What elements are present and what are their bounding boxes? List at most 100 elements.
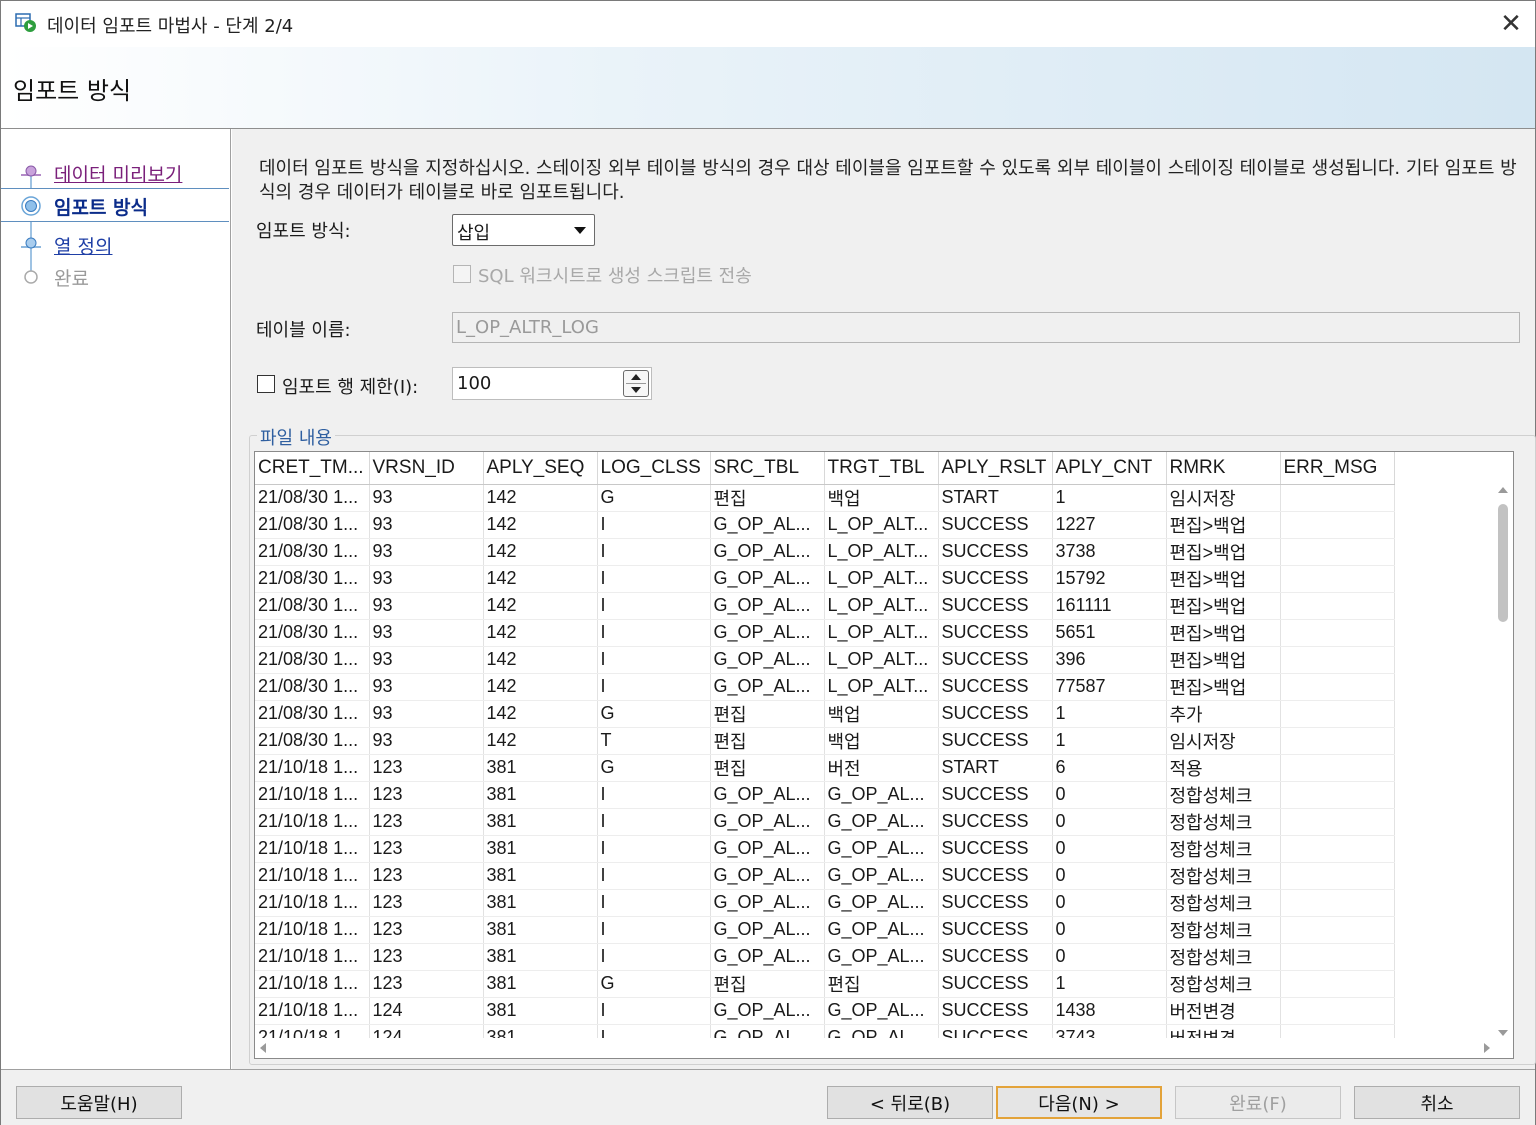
table-cell: 381 — [483, 997, 598, 1025]
sql-worksheet-checkbox[interactable] — [453, 265, 471, 283]
file-content-title: 파일 내용 — [257, 424, 335, 450]
file-content-grid[interactable]: CRET_TM... VRSN_ID APLY_SEQ LOG_CLSS SRC… — [254, 451, 1514, 1059]
table-row[interactable]: 21/10/18 1... 123 381 I G_OP_AL... G_OP_AL...… — [255, 808, 1395, 836]
table-row[interactable]: 21/08/30 1... 93 142 I G_OP_AL... L_OP_ALT...… — [255, 619, 1395, 647]
table-cell: 93 — [369, 673, 484, 701]
chevron-down-icon — [574, 227, 586, 234]
scroll-left-icon[interactable] — [260, 1043, 266, 1053]
table-cell: 편집 — [710, 727, 825, 755]
table-cell: G — [597, 754, 711, 782]
column-header[interactable]: SRC_TBL — [710, 452, 825, 485]
import-method-select[interactable]: 삽입 — [452, 214, 595, 246]
column-header[interactable]: LOG_CLSS — [597, 452, 711, 485]
title-bar: 데이터 임포트 마법사 - 단계 2/4 ✕ — [1, 1, 1535, 47]
scroll-down-icon[interactable] — [1498, 1030, 1508, 1036]
finish-button: 완료(F) — [1175, 1086, 1341, 1119]
table-cell: 142 — [483, 727, 598, 755]
column-header[interactable]: ERR_MSG — [1280, 452, 1395, 485]
scroll-up-icon[interactable] — [1498, 487, 1508, 493]
spin-up-icon[interactable] — [631, 374, 641, 380]
spin-down-icon[interactable] — [631, 387, 641, 393]
app-icon — [15, 13, 36, 32]
table-cell: 버전 — [824, 754, 939, 782]
table-cell: 21/10/18 1... — [255, 997, 370, 1025]
column-header[interactable]: VRSN_ID — [369, 452, 484, 485]
table-row[interactable]: 21/08/30 1... 93 142 I G_OP_AL... L_OP_ALT...… — [255, 673, 1395, 701]
wizard-header: 임포트 방식 — [1, 47, 1535, 129]
table-row[interactable]: 21/10/18 1... 123 381 G 편집 버전 START 6 적용 — [255, 754, 1395, 782]
table-cell: START — [938, 484, 1053, 512]
table-cell: 123 — [369, 916, 484, 944]
step-column-definition[interactable]: 열 정의 — [1, 228, 229, 262]
column-header[interactable]: APLY_SEQ — [483, 452, 598, 485]
scroll-right-icon[interactable] — [1484, 1043, 1490, 1053]
table-cell: SUCCESS — [938, 565, 1053, 593]
spinner-buttons[interactable] — [623, 370, 649, 397]
vertical-scrollbar[interactable] — [1493, 484, 1513, 1040]
cancel-button[interactable]: 취소 — [1354, 1086, 1520, 1119]
column-header[interactable]: RMRK — [1166, 452, 1281, 485]
table-row[interactable]: 21/10/18 1...124381IG_OP_AL...G_OP_AL...… — [255, 997, 1395, 1025]
column-header[interactable]: TRGT_TBL — [824, 452, 939, 485]
table-row[interactable]: 21/08/30 1... 93 142 T 편집 백업 SUCCESS 1 임시저장 — [255, 727, 1395, 755]
table-row[interactable]: 21/08/30 1... 93 142 I G_OP_AL... L_OP_ALT...… — [255, 565, 1395, 593]
row-limit-checkbox[interactable] — [257, 375, 275, 393]
column-header[interactable]: APLY_CNT — [1052, 452, 1167, 485]
table-cell: 123 — [369, 808, 484, 836]
table-cell: 142 — [483, 673, 598, 701]
table-cell: 77587 — [1052, 673, 1167, 701]
table-cell: I — [597, 808, 711, 836]
table-cell: 버전변경 — [1166, 997, 1281, 1025]
table-row[interactable]: 21/10/18 1... 123 381 I G_OP_AL... G_OP_AL...… — [255, 835, 1395, 863]
scroll-thumb[interactable] — [1498, 504, 1508, 622]
table-row[interactable]: 21/08/30 1... 93 142 I G_OP_AL... L_OP_ALT...… — [255, 646, 1395, 674]
table-cell: 21/10/18 1... — [255, 970, 370, 998]
table-row[interactable]: 21/08/30 1... 93 142 G 편집 백업 START 1 임시저장 — [255, 484, 1395, 512]
table-cell: 381 — [483, 970, 598, 998]
table-header-row: CRET_TM... VRSN_ID APLY_SEQ LOG_CLSS SRC… — [255, 452, 1395, 485]
table-cell: I — [597, 565, 711, 593]
table-row[interactable]: 21/10/18 1... 123 381 G 편집 편집 SUCCESS 1 정합성체크 — [255, 970, 1395, 998]
table-row[interactable]: 21/10/18 1... 123 381 I G_OP_AL... G_OP_AL...… — [255, 916, 1395, 944]
close-icon[interactable]: ✕ — [1487, 1, 1535, 47]
table-cell: G_OP_AL... — [824, 916, 939, 944]
back-button[interactable]: < 뒤로(B) — [827, 1086, 993, 1119]
step-import-method[interactable]: 임포트 방식 — [1, 188, 229, 222]
table-cell: G_OP_AL... — [710, 916, 825, 944]
table-cell: 123 — [369, 754, 484, 782]
help-button[interactable]: 도움말(H) — [16, 1086, 182, 1119]
table-row[interactable]: 21/08/30 1... 93 142 I G_OP_AL... L_OP_ALT...… — [255, 511, 1395, 539]
table-cell: SUCCESS — [938, 943, 1053, 971]
table-body: 21/08/30 1... 93 142 G 편집 백업 START 1 임시저장 21/08/3… — [255, 484, 1395, 1058]
column-header[interactable]: CRET_TM... — [255, 452, 370, 485]
table-cell: 21/08/30 1... — [255, 700, 370, 728]
table-cell — [1280, 754, 1395, 782]
table-row[interactable]: 21/08/30 1... 93 142 I G_OP_AL... L_OP_ALT...… — [255, 592, 1395, 620]
next-button[interactable]: 다음(N) > — [996, 1086, 1162, 1119]
table-cell: 21/10/18 1... — [255, 862, 370, 890]
table-cell: 21/10/18 1... — [255, 835, 370, 863]
table-row[interactable]: 21/10/18 1... 123 381 I G_OP_AL... G_OP_AL...… — [255, 889, 1395, 917]
horizontal-scrollbar[interactable] — [255, 1038, 1495, 1058]
table-row[interactable]: 21/10/18 1... 123 381 I G_OP_AL... G_OP_AL...… — [255, 781, 1395, 809]
table-cell: 정합성체크 — [1166, 862, 1281, 890]
table-cell — [1280, 592, 1395, 620]
table-row[interactable]: 21/08/30 1... 93 142 I G_OP_AL... L_OP_ALT...… — [255, 538, 1395, 566]
table-cell: I — [597, 916, 711, 944]
table-row[interactable]: 21/08/30 1... 93 142 G 편집 백업 SUCCESS 1 추가 — [255, 700, 1395, 728]
table-row[interactable]: 21/10/18 1... 123 381 I G_OP_AL... G_OP_AL...… — [255, 943, 1395, 971]
table-cell: 백업 — [824, 727, 939, 755]
table-cell: 1 — [1052, 484, 1167, 512]
step-data-preview[interactable]: 데이터 미리보기 — [1, 156, 229, 190]
table-cell: 1 — [1052, 700, 1167, 728]
table-cell: 편집>백업 — [1166, 565, 1281, 593]
table-cell: 142 — [483, 484, 598, 512]
table-cell: 정합성체크 — [1166, 889, 1281, 917]
table-cell: G_OP_AL... — [824, 808, 939, 836]
table-cell: G_OP_AL... — [824, 943, 939, 971]
table-row[interactable]: 21/10/18 1... 123 381 I G_OP_AL... G_OP_AL...… — [255, 862, 1395, 890]
row-limit-spinner[interactable]: 100 — [452, 367, 652, 400]
table-cell — [1280, 673, 1395, 701]
column-header[interactable]: APLY_RSLT — [938, 452, 1053, 485]
table-cell: 정합성체크 — [1166, 808, 1281, 836]
